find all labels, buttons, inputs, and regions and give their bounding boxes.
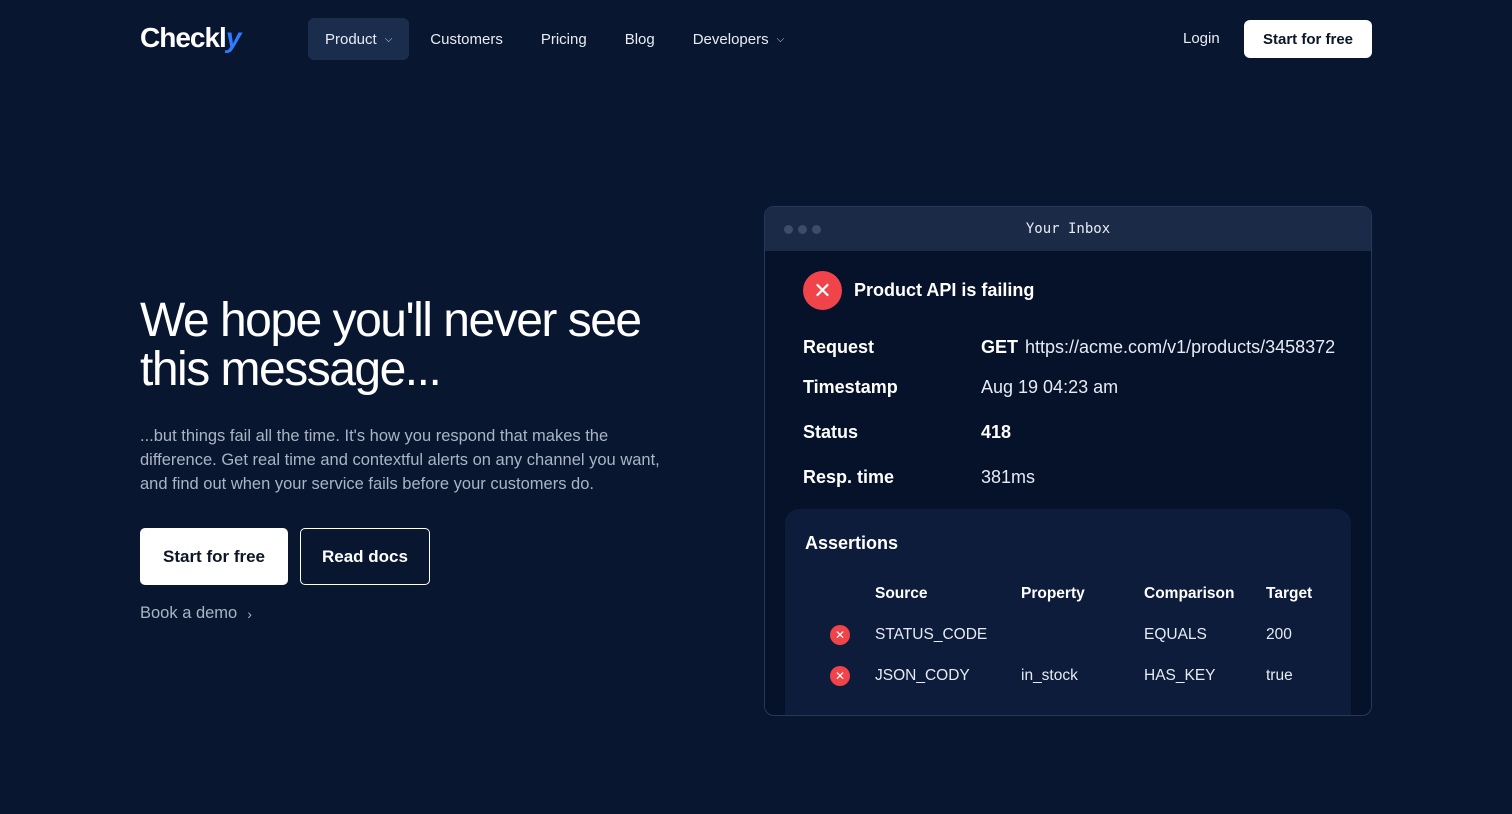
resp-time-value: 381ms xyxy=(981,467,1036,487)
col-header-comparison: Comparison xyxy=(1144,585,1235,602)
row-comparison: HAS_KEY xyxy=(1144,667,1216,684)
status-value: 418 xyxy=(981,422,1012,442)
book-demo-label: Book a demo xyxy=(140,604,238,622)
nav-item-label: Pricing xyxy=(540,30,587,48)
start-free-nav-button[interactable]: Start for free xyxy=(1244,20,1372,58)
error-icon: ✕ xyxy=(803,271,842,310)
chevron-right-icon: › xyxy=(247,605,252,622)
nav-item-customers[interactable]: Customers xyxy=(413,18,520,60)
col-header-target: Target xyxy=(1266,585,1313,602)
start-free-button[interactable]: Start for free xyxy=(140,528,288,585)
request-label: Request xyxy=(803,337,875,357)
checkly-logo[interactable]: Checkly xyxy=(140,22,242,54)
request-value: GET https://acme.com/v1/products/3458372 xyxy=(981,337,1335,358)
request-url: https://acme.com/v1/products/3458372 xyxy=(1025,337,1336,357)
row-comparison: EQUALS xyxy=(1144,626,1207,643)
window-title: Your Inbox xyxy=(1025,221,1111,237)
row-target: 200 xyxy=(1266,626,1292,643)
nav-item-label: Blog xyxy=(624,30,655,48)
resp-time-label: Resp. time xyxy=(803,467,895,487)
nav-item-label: Customers xyxy=(430,30,503,48)
row-target: true xyxy=(1266,667,1293,684)
nav-item-blog[interactable]: Blog xyxy=(608,18,672,60)
nav-item-label: Developers xyxy=(692,30,769,48)
nav-item-product[interactable]: Product ⌵ xyxy=(308,18,410,60)
inbox-window: Your Inbox ✕ Product API is failing Requ… xyxy=(764,206,1372,716)
resp-time-row: Resp. time 381ms xyxy=(803,467,1035,488)
main-nav: Product ⌵ Customers Pricing Blog Develope… xyxy=(308,18,801,60)
request-row: Request GET https://acme.com/v1/products/… xyxy=(803,337,1335,358)
row-source: JSON_CODY xyxy=(875,667,970,684)
nav-item-pricing[interactable]: Pricing xyxy=(524,18,604,60)
assertions-panel: Assertions Source Property Comparison Ta… xyxy=(785,509,1351,715)
nav-item-label: Product xyxy=(325,30,377,48)
col-header-property: Property xyxy=(1021,585,1085,602)
logo-text: Checkl xyxy=(140,22,227,53)
window-titlebar: Your Inbox xyxy=(765,207,1371,251)
row-property: in_stock xyxy=(1021,667,1078,684)
request-method: GET xyxy=(981,337,1019,357)
nav-item-developers[interactable]: Developers ⌵ xyxy=(676,18,801,60)
assertions-title: Assertions xyxy=(805,533,899,553)
hero-description: ...but things fail all the time. It's ho… xyxy=(140,427,660,493)
fail-icon: ✕ xyxy=(830,666,850,686)
logo-accent: y xyxy=(225,22,242,53)
login-link[interactable]: Login xyxy=(1183,30,1220,47)
alert-title: Product API is failing xyxy=(854,280,1035,300)
alert-header: ✕ Product API is failing xyxy=(803,271,1034,310)
chevron-down-icon: ⌵ xyxy=(384,33,393,45)
timestamp-row: Timestamp Aug 19 04:23 am xyxy=(803,377,1118,398)
status-row: Status 418 xyxy=(803,422,1011,443)
hero-title: We hope you'll never see this message... xyxy=(140,294,642,396)
status-label: Status xyxy=(803,422,859,442)
row-source: STATUS_CODE xyxy=(875,626,988,643)
timestamp-label: Timestamp xyxy=(803,377,898,397)
chevron-down-icon: ⌵ xyxy=(776,33,785,45)
book-demo-link[interactable]: Book a demo › xyxy=(140,604,252,623)
fail-icon: ✕ xyxy=(830,625,850,645)
timestamp-value: Aug 19 04:23 am xyxy=(981,377,1119,397)
col-header-source: Source xyxy=(875,585,928,602)
read-docs-button[interactable]: Read docs xyxy=(300,528,430,585)
